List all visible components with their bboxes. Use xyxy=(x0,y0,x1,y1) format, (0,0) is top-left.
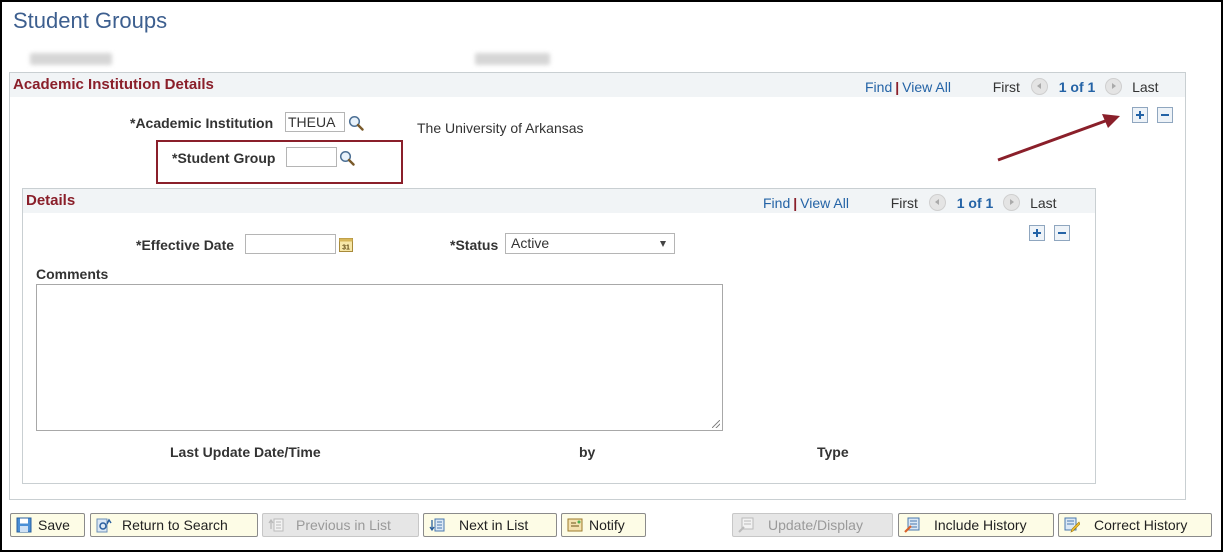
details-add-row-button[interactable] xyxy=(1029,225,1045,241)
save-icon xyxy=(16,517,32,533)
details-previous-row-icon[interactable] xyxy=(928,194,946,211)
return-to-search-label: Return to Search xyxy=(122,517,228,533)
next-in-list-icon xyxy=(429,518,445,532)
update-display-label: Update/Display xyxy=(768,517,863,533)
previous-in-list-label: Previous in List xyxy=(296,517,391,533)
academic-institution-lookup-icon[interactable] xyxy=(348,115,364,131)
save-button[interactable]: Save xyxy=(10,513,85,537)
details-panel-title: Details xyxy=(26,192,76,209)
details-panel-navigation: Find | View All First 1 of 1 Last xyxy=(763,194,1057,211)
last-label: Last xyxy=(1132,79,1159,95)
academic-institution-input[interactable] xyxy=(285,112,345,132)
calendar-icon[interactable]: 31 xyxy=(338,236,354,252)
student-group-label: *Student Group xyxy=(172,150,276,166)
effective-date-label: *Effective Date xyxy=(136,237,235,253)
separator: | xyxy=(793,195,798,211)
next-in-list-label: Next in List xyxy=(459,517,529,533)
correct-history-label: Correct History xyxy=(1094,517,1188,533)
updated-by-label: by xyxy=(579,444,596,460)
previous-in-list-button[interactable]: Previous in List xyxy=(262,513,419,537)
update-display-icon xyxy=(738,517,754,533)
notify-icon xyxy=(567,518,583,532)
annotation-arrow-icon xyxy=(997,114,1120,162)
status-label: *Status xyxy=(450,237,499,253)
student-group-input[interactable] xyxy=(286,147,337,167)
chevron-down-icon xyxy=(660,241,666,247)
include-history-icon xyxy=(904,517,920,533)
add-row-button[interactable] xyxy=(1132,107,1148,123)
notify-button[interactable]: Notify xyxy=(561,513,646,537)
include-history-label: Include History xyxy=(934,517,1027,533)
view-all-link[interactable]: View All xyxy=(902,79,951,95)
delete-row-button[interactable] xyxy=(1157,107,1173,123)
first-label: First xyxy=(992,79,1020,95)
save-label: Save xyxy=(38,517,70,533)
person-id-redacted xyxy=(475,53,550,65)
details-last-label: Last xyxy=(1030,195,1057,211)
student-group-lookup-icon[interactable] xyxy=(339,150,355,166)
previous-in-list-icon xyxy=(268,518,284,532)
details-row-count: 1 of 1 xyxy=(956,195,994,211)
row-count: 1 of 1 xyxy=(1058,79,1096,95)
correct-history-icon xyxy=(1064,517,1080,533)
comments-label: Comments xyxy=(36,266,109,282)
details-find-link[interactable]: Find xyxy=(763,195,790,211)
next-row-icon[interactable] xyxy=(1105,78,1123,95)
svg-text:31: 31 xyxy=(342,245,350,252)
update-display-button[interactable]: Update/Display xyxy=(732,513,893,537)
details-panel-header: Details Find | View All First 1 of 1 Last xyxy=(23,189,1095,213)
separator: | xyxy=(895,79,900,95)
include-history-button[interactable]: Include History xyxy=(898,513,1054,537)
previous-row-icon[interactable] xyxy=(1030,78,1048,95)
return-to-search-button[interactable]: Return to Search xyxy=(90,513,258,537)
details-first-label: First xyxy=(890,195,918,211)
page-title: Student Groups xyxy=(13,8,168,33)
type-label: Type xyxy=(817,444,849,460)
status-selected-value: Active xyxy=(511,235,550,251)
person-name-redacted xyxy=(30,53,112,65)
last-update-label: Last Update Date/Time xyxy=(170,444,321,460)
status-select[interactable]: Active xyxy=(505,233,675,254)
details-delete-row-button[interactable] xyxy=(1054,225,1070,241)
details-view-all-link[interactable]: View All xyxy=(800,195,849,211)
notify-label: Notify xyxy=(589,517,625,533)
effective-date-input[interactable] xyxy=(245,234,336,254)
find-link[interactable]: Find xyxy=(865,79,892,95)
panel-header: Academic Institution Details Find | View A… xyxy=(10,73,1185,97)
academic-institution-description: The University of Arkansas xyxy=(417,120,584,136)
correct-history-button[interactable]: Correct History xyxy=(1058,513,1212,537)
panel-title: Academic Institution Details xyxy=(13,76,214,93)
next-in-list-button[interactable]: Next in List xyxy=(423,513,557,537)
panel-navigation: Find | View All First 1 of 1 Last xyxy=(865,78,1159,95)
comments-textarea[interactable] xyxy=(36,284,723,431)
return-to-search-icon xyxy=(96,518,112,533)
details-next-row-icon[interactable] xyxy=(1003,194,1021,211)
resize-handle[interactable] xyxy=(712,420,720,428)
academic-institution-label: *Academic Institution xyxy=(130,115,274,131)
